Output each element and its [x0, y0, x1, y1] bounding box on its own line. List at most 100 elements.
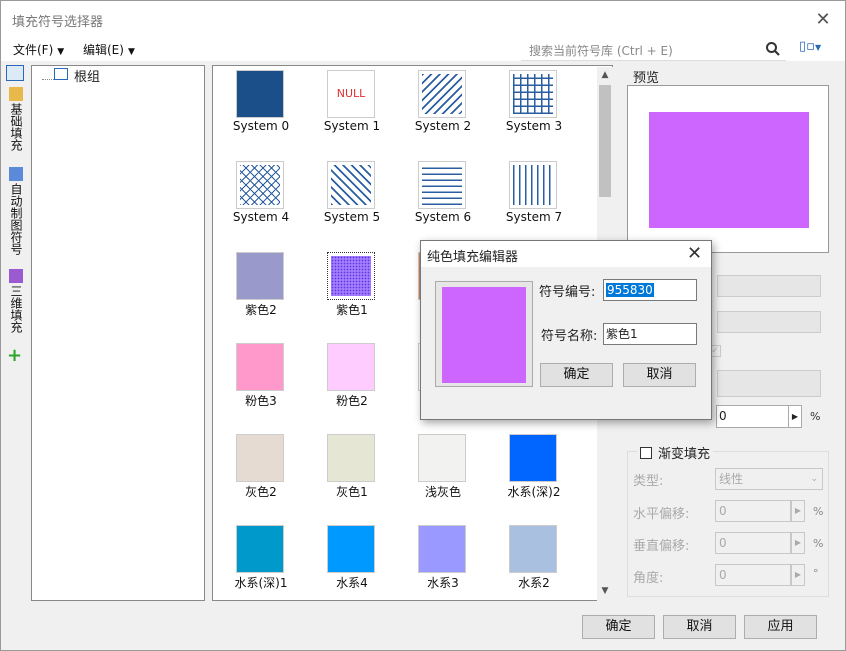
- symbol-tile[interactable]: System 2: [403, 67, 483, 153]
- type-label: 类型:: [633, 474, 664, 489]
- symbol-tile[interactable]: 粉色2: [312, 340, 392, 426]
- symbol-swatch: [509, 161, 557, 209]
- symbol-label: 水系(深)1: [234, 576, 288, 590]
- preview-frame: [627, 85, 829, 253]
- symbol-tile[interactable]: System 0: [221, 67, 301, 153]
- symbol-tile[interactable]: System 4: [221, 158, 301, 244]
- symbol-swatch: [327, 252, 375, 300]
- view-mode-button[interactable]: ▯▫▼: [799, 39, 833, 59]
- map-icon: [9, 167, 23, 181]
- spin-right-icon[interactable]: ▶: [791, 564, 805, 586]
- symbol-name-input[interactable]: 紫色1: [603, 323, 697, 345]
- menu-file[interactable]: 文件(F) ▼: [13, 41, 64, 58]
- symbol-swatch: [236, 161, 284, 209]
- dialog-title-bar: 纯色填充编辑器 ✕: [421, 241, 711, 267]
- add-icon[interactable]: +: [7, 345, 22, 366]
- symbol-tile[interactable]: System 7: [494, 158, 574, 244]
- window-title: 填充符号选择器: [12, 15, 104, 30]
- ok-button[interactable]: 确定: [582, 615, 655, 639]
- color-field-1[interactable]: [717, 275, 821, 297]
- h-offset-label: 水平偏移:: [633, 507, 690, 522]
- type-select[interactable]: 线性 ⌄: [715, 468, 823, 490]
- color-button[interactable]: [717, 370, 821, 397]
- spin-right-icon[interactable]: ▶: [791, 532, 805, 554]
- symbol-label: System 1: [323, 119, 381, 133]
- view-mode-icon: ▯▫: [799, 39, 815, 54]
- symbol-tile[interactable]: 灰色1: [312, 431, 392, 517]
- symbol-tile[interactable]: 水系(深)2: [494, 431, 574, 517]
- color-field-2[interactable]: [717, 311, 821, 333]
- symbol-label: 紫色2: [245, 303, 277, 317]
- folder-icon[interactable]: [6, 65, 24, 81]
- search-icon[interactable]: [765, 41, 781, 57]
- symbol-tile[interactable]: 水系2: [494, 522, 574, 608]
- scroll-up-icon[interactable]: ▲: [597, 67, 613, 83]
- symbol-swatch: [509, 434, 557, 482]
- symbol-selector-window: 填充符号选择器 ✕ 文件(F) ▼ 编辑(E) ▼ 搜索当前符号库 (Ctrl + …: [0, 0, 846, 651]
- symbol-label: 浅灰色: [424, 485, 461, 499]
- close-icon[interactable]: ✕: [687, 243, 702, 264]
- symbol-tile[interactable]: System 5: [312, 158, 392, 244]
- transparency-unit: %: [810, 410, 821, 423]
- h-offset-unit: %: [813, 505, 824, 518]
- symbol-swatch: [418, 70, 466, 118]
- symbol-swatch: [509, 70, 557, 118]
- close-icon[interactable]: ✕: [813, 10, 833, 30]
- symbol-tile[interactable]: 灰色2: [221, 431, 301, 517]
- symbol-label: 灰色2: [245, 485, 277, 499]
- symbol-swatch: [327, 434, 375, 482]
- symbol-label: System 3: [505, 119, 563, 133]
- search-box[interactable]: 搜索当前符号库 (Ctrl + E): [521, 39, 786, 61]
- preview-swatch: [649, 112, 809, 228]
- spin-right-icon[interactable]: ▶: [788, 406, 801, 427]
- angle-label: 角度:: [633, 571, 664, 586]
- symbol-pattern: [513, 74, 553, 114]
- v-offset-input[interactable]: 0: [715, 532, 791, 554]
- dialog-ok-button[interactable]: 确定: [540, 363, 613, 387]
- symbol-name-label: 符号名称:: [541, 329, 598, 344]
- tab-auto-map[interactable]: 自动制图符号: [3, 167, 27, 255]
- symbol-swatch: [327, 525, 375, 573]
- symbol-swatch: [418, 525, 466, 573]
- h-offset-input[interactable]: 0: [715, 500, 791, 522]
- symbol-tile[interactable]: 水系4: [312, 522, 392, 608]
- symbol-pattern: [240, 165, 280, 205]
- scroll-thumb[interactable]: [599, 85, 611, 197]
- tab-basic-fill[interactable]: 基础填充: [3, 87, 27, 151]
- symbol-swatch: NULL: [327, 70, 375, 118]
- tab-3d-fill[interactable]: 三维填充: [3, 269, 27, 333]
- cancel-button[interactable]: 取消: [663, 615, 736, 639]
- dialog-color-swatch[interactable]: [435, 281, 533, 387]
- solid-fill-editor-dialog: 纯色填充编辑器 ✕ 符号编号: 955830 符号名称: 紫色1 确定 取消: [420, 240, 712, 420]
- checkbox-box[interactable]: [640, 447, 652, 459]
- symbol-tile[interactable]: 水系3: [403, 522, 483, 608]
- type-value: 线性: [719, 472, 744, 486]
- apply-button[interactable]: 应用: [744, 615, 817, 639]
- symbol-label: System 2: [414, 119, 472, 133]
- dialog-cancel-button[interactable]: 取消: [623, 363, 696, 387]
- scroll-down-icon[interactable]: ▼: [597, 583, 613, 599]
- symbol-swatch: [509, 525, 557, 573]
- symbol-tile[interactable]: 粉色3: [221, 340, 301, 426]
- symbol-tile[interactable]: NULL System 1: [312, 67, 392, 153]
- symbol-pattern: [422, 74, 462, 114]
- symbol-label: System 5: [323, 210, 381, 224]
- angle-input[interactable]: 0: [715, 564, 791, 586]
- menu-edit[interactable]: 编辑(E) ▼: [83, 41, 135, 58]
- symbol-tile[interactable]: System 6: [403, 158, 483, 244]
- preview-label: 预览: [633, 71, 660, 86]
- symbol-swatch: [236, 70, 284, 118]
- symbol-tile[interactable]: System 3: [494, 67, 574, 153]
- symbol-tile[interactable]: 紫色1: [312, 249, 392, 335]
- tree-root-node[interactable]: 根组: [74, 66, 100, 85]
- symbol-no-input[interactable]: 955830: [603, 279, 697, 301]
- cube-icon: [9, 269, 23, 283]
- gradient-checkbox[interactable]: 渐变填充: [637, 443, 714, 462]
- symbol-tile[interactable]: 水系(深)1: [221, 522, 301, 608]
- symbol-tile[interactable]: 浅灰色: [403, 431, 483, 517]
- search-placeholder: 搜索当前符号库 (Ctrl + E): [529, 44, 673, 58]
- spin-right-icon[interactable]: ▶: [791, 500, 805, 522]
- symbol-tile[interactable]: 紫色2: [221, 249, 301, 335]
- symbol-label: 水系3: [427, 576, 459, 590]
- symbol-label: 灰色1: [336, 485, 368, 499]
